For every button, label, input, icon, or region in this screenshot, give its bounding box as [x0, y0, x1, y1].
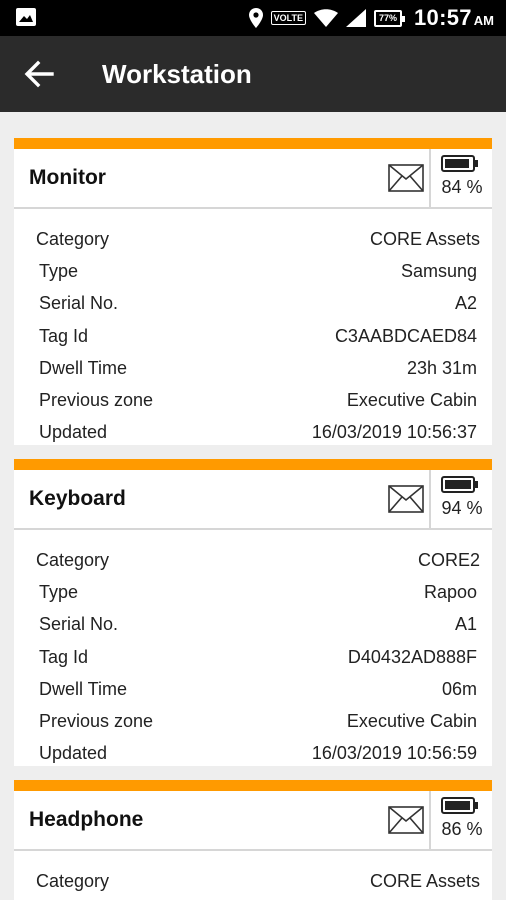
detail-label: Category: [36, 549, 110, 570]
asset-card-monitor[interactable]: Monitor 84 % Category CORE Assets Type Sam…: [14, 138, 492, 445]
detail-value: C3AABDCAED84: [334, 325, 477, 346]
detail-label: Updated: [39, 743, 108, 764]
detail-value: Samsung: [400, 260, 477, 281]
detail-value: Executive Cabin: [346, 390, 477, 411]
detail-label: Previous zone: [39, 711, 154, 732]
detail-value: CORE2: [417, 549, 480, 570]
header-divider: [429, 791, 431, 851]
card-header: Keyboard 94 %: [14, 470, 492, 530]
card-header: Monitor 84 %: [14, 149, 492, 209]
back-arrow-icon[interactable]: [24, 60, 54, 88]
mail-icon[interactable]: [388, 806, 424, 834]
detail-label: Category: [36, 228, 110, 249]
detail-row-category: Category CORE Assets: [36, 223, 480, 255]
detail-row-previous-zone: Previous zone Executive Cabin: [36, 705, 480, 737]
status-bar: VOLTE 77% 10:57 AM: [0, 0, 506, 36]
clock: 10:57 AM: [414, 5, 494, 31]
clock-ampm: AM: [473, 13, 494, 28]
asset-details: Category CORE Assets: [14, 851, 492, 897]
battery-percent: 84 %: [441, 177, 483, 197]
detail-label: Tag Id: [39, 646, 89, 667]
battery-icon: [441, 155, 478, 172]
detail-label: Previous zone: [39, 390, 154, 411]
detail-row-updated: Updated 16/03/2019 10:56:37: [36, 417, 480, 449]
battery-icon: [441, 797, 478, 814]
card-accent-stripe: [14, 138, 492, 149]
asset-list[interactable]: Monitor 84 % Category CORE Assets Type Sam…: [0, 112, 506, 900]
detail-label: Serial No.: [39, 614, 119, 635]
asset-name: Monitor: [29, 166, 106, 189]
asset-card-headphone[interactable]: Headphone 86 % Category CORE Assets: [14, 780, 492, 900]
asset-details: Category CORE Assets Type Samsung Serial N…: [14, 209, 492, 449]
detail-value: 23h 31m: [406, 357, 477, 378]
detail-value: D40432AD888F: [347, 646, 477, 667]
detail-row-serial: Serial No. A1: [36, 609, 480, 641]
detail-label: Tag Id: [39, 325, 89, 346]
clock-time: 10:57: [414, 5, 472, 30]
detail-value: 16/03/2019 10:56:37: [311, 422, 477, 443]
battery-percent: 86 %: [441, 819, 483, 839]
battery-icon: [441, 476, 478, 493]
detail-value: Rapoo: [423, 581, 477, 602]
detail-label: Updated: [39, 422, 108, 443]
detail-row-category: Category CORE Assets: [36, 865, 480, 897]
detail-label: Dwell Time: [39, 678, 128, 699]
detail-row-type: Type Rapoo: [36, 576, 480, 608]
detail-label: Type: [39, 581, 79, 602]
detail-value: A2: [454, 293, 477, 314]
location-icon: [248, 8, 263, 28]
detail-label: Dwell Time: [39, 357, 128, 378]
detail-value: CORE Assets: [369, 228, 480, 249]
detail-row-updated: Updated 16/03/2019 10:56:59: [36, 738, 480, 770]
asset-name: Headphone: [29, 808, 144, 831]
card-accent-stripe: [14, 459, 492, 470]
detail-row-type: Type Samsung: [36, 255, 480, 287]
detail-row-dwell-time: Dwell Time 23h 31m: [36, 352, 480, 384]
detail-row-previous-zone: Previous zone Executive Cabin: [36, 384, 480, 416]
mail-icon[interactable]: [388, 164, 424, 192]
battery-percent: 94 %: [441, 498, 483, 518]
detail-value: A1: [454, 614, 477, 635]
detail-value: Executive Cabin: [346, 711, 477, 732]
detail-row-serial: Serial No. A2: [36, 288, 480, 320]
detail-row-tag-id: Tag Id D40432AD888F: [36, 641, 480, 673]
detail-value: 16/03/2019 10:56:59: [311, 743, 477, 764]
detail-row-dwell-time: Dwell Time 06m: [36, 673, 480, 705]
detail-row-category: Category CORE2: [36, 544, 480, 576]
detail-row-tag-id: Tag Id C3AABDCAED84: [36, 320, 480, 352]
asset-name: Keyboard: [29, 487, 126, 510]
asset-card-keyboard[interactable]: Keyboard 94 % Category CORE2 Type Rapoo Se…: [14, 459, 492, 766]
card-accent-stripe: [14, 780, 492, 791]
detail-value: CORE Assets: [369, 870, 480, 891]
card-header: Headphone 86 %: [14, 791, 492, 851]
asset-details: Category CORE2 Type Rapoo Serial No. A1 Tag…: [14, 530, 492, 770]
app-bar: Workstation: [0, 36, 506, 112]
gallery-notification-icon: [16, 8, 36, 26]
detail-label: Category: [36, 870, 110, 891]
header-divider: [429, 470, 431, 530]
detail-label: Type: [39, 260, 79, 281]
mail-icon[interactable]: [388, 485, 424, 513]
detail-label: Serial No.: [39, 293, 119, 314]
wifi-icon: [313, 9, 338, 27]
page-title: Workstation: [102, 59, 252, 89]
detail-value: 06m: [441, 678, 477, 699]
battery-indicator: 77%: [373, 9, 406, 27]
cell-signal-icon: [345, 9, 366, 27]
header-divider: [429, 149, 431, 209]
volte-indicator: VOLTE: [270, 11, 306, 25]
